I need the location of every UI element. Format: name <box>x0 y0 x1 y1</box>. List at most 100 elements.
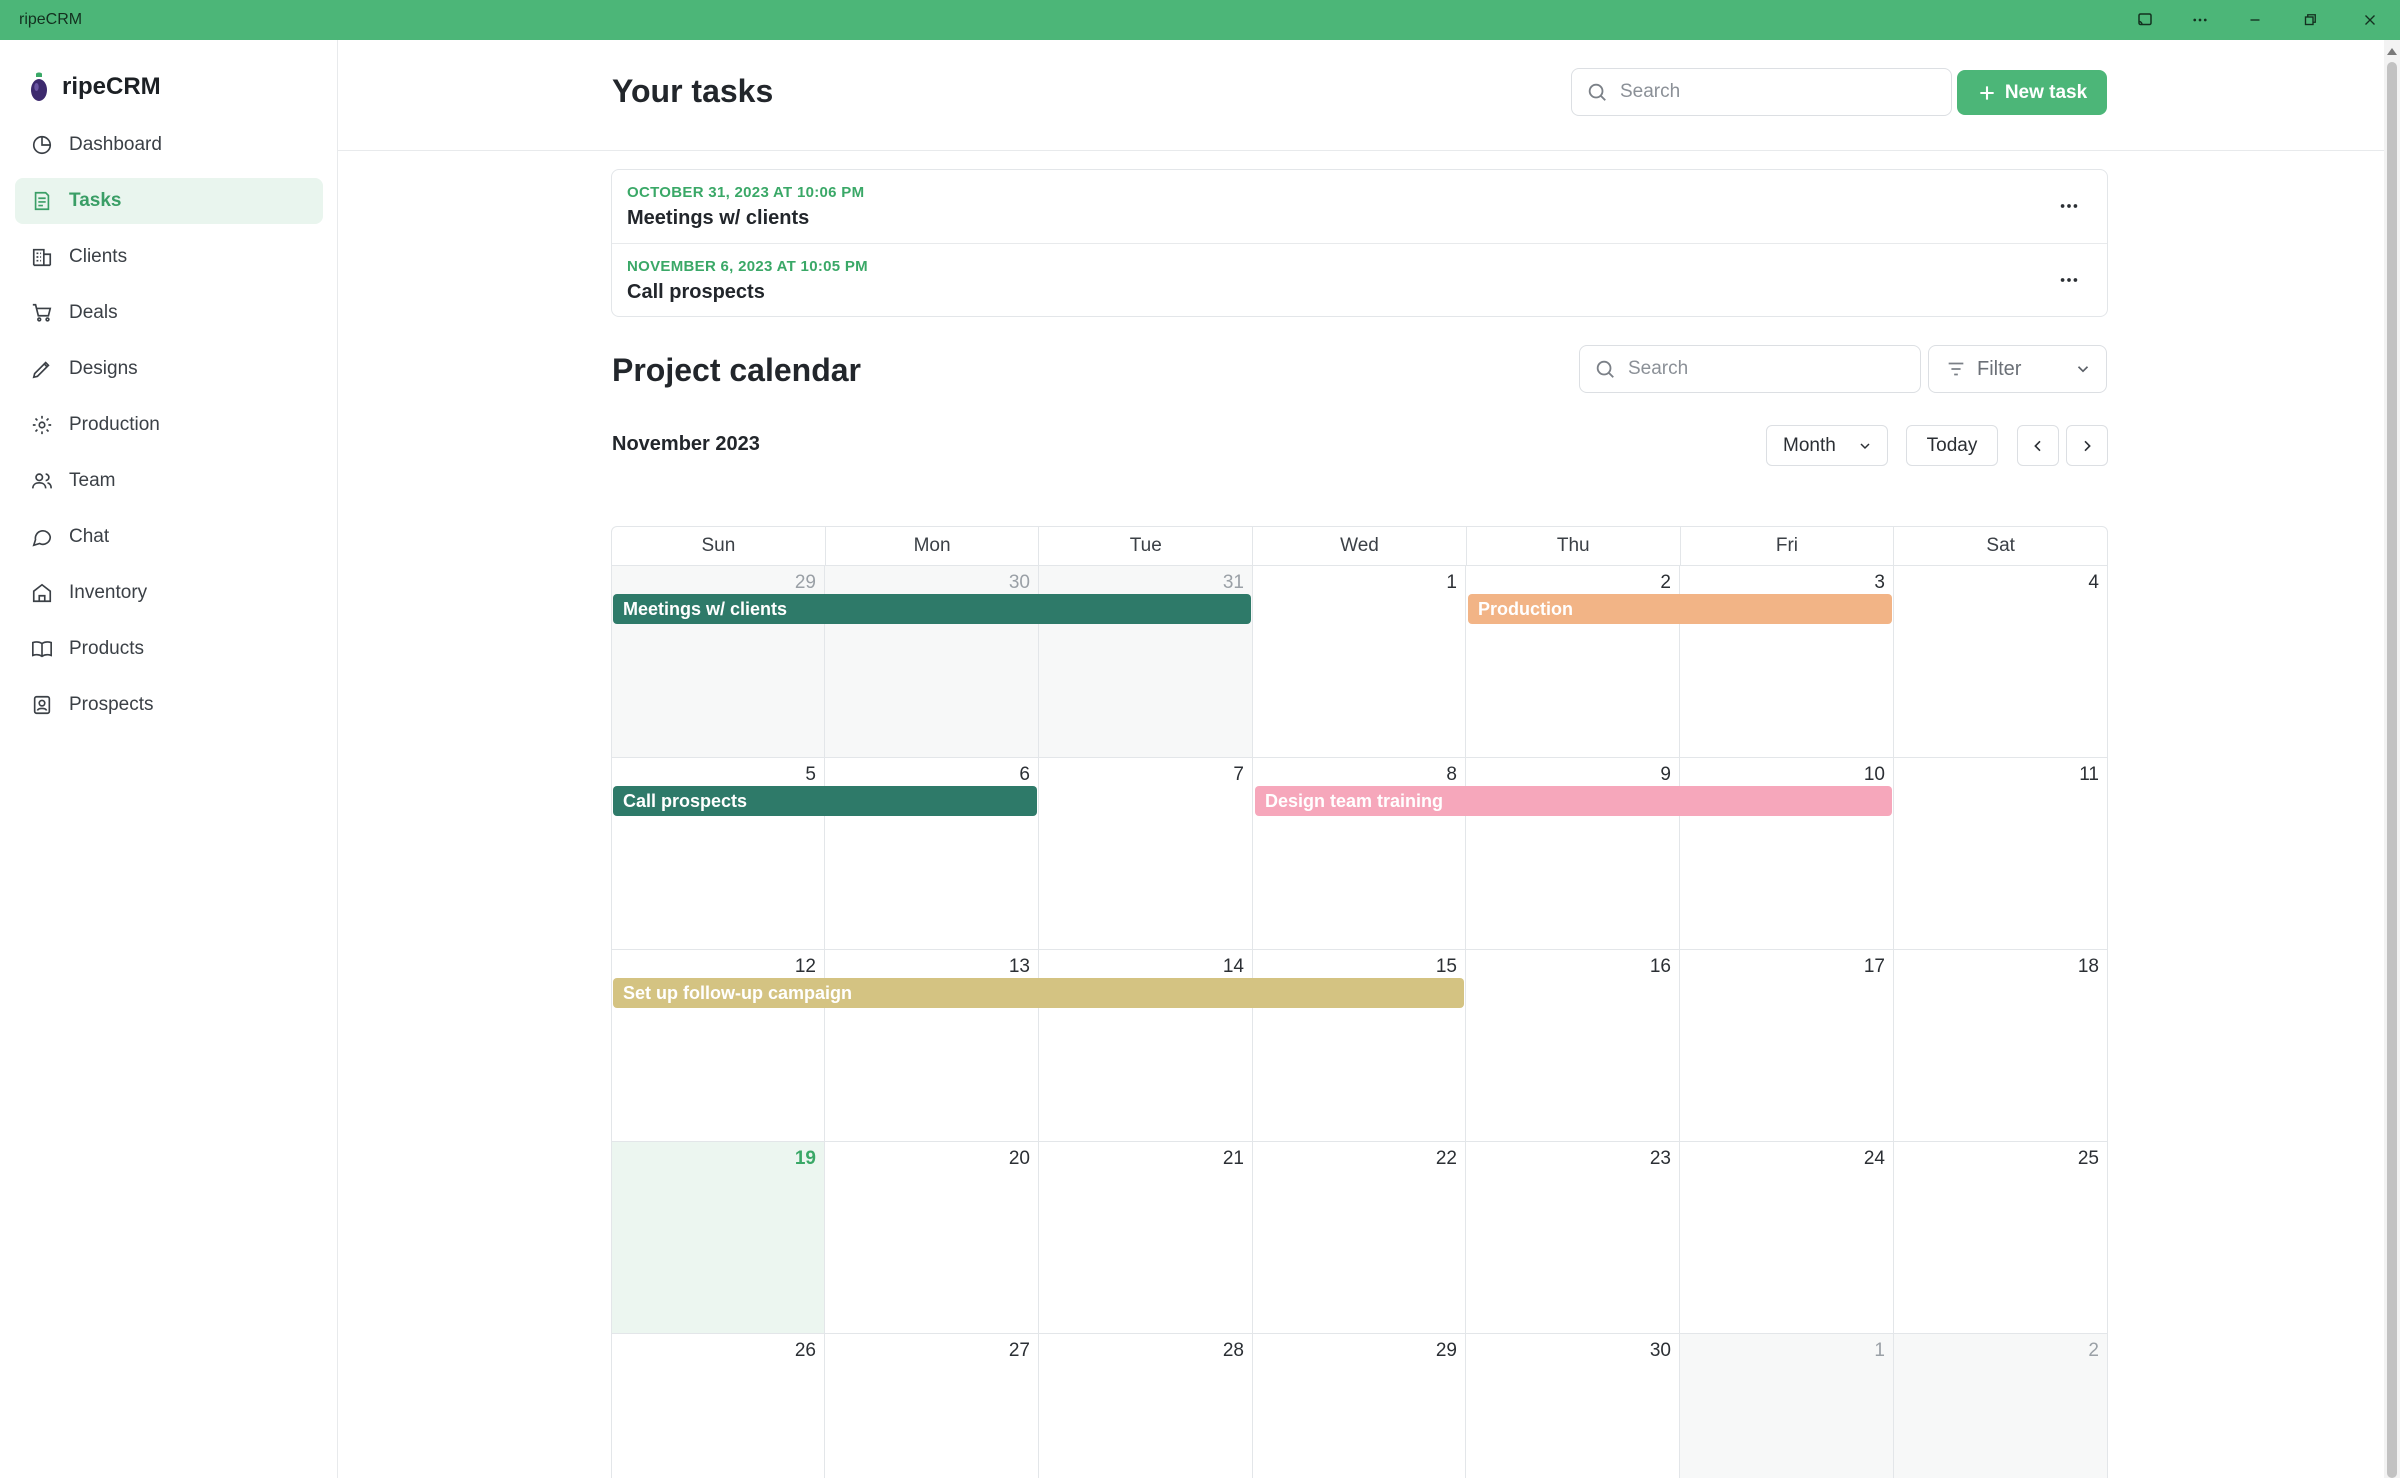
close-icon[interactable] <box>2345 0 2395 40</box>
chevron-down-icon <box>1860 442 1870 449</box>
prev-month-button[interactable] <box>2017 425 2059 466</box>
weekday-label: Fri <box>1681 527 1895 565</box>
today-button[interactable]: Today <box>1906 425 1998 466</box>
month-label: November 2023 <box>612 433 760 455</box>
new-task-label: New task <box>2004 81 2088 103</box>
sidebar-item-label: Production <box>69 414 160 435</box>
calendar-title: Project calendar <box>612 352 861 388</box>
day-number: 3 <box>1874 572 1885 593</box>
sidebar-item-deals[interactable]: Deals <box>15 290 323 336</box>
home-icon <box>30 581 54 605</box>
task-item[interactable]: NOVEMBER 6, 2023 AT 10:05 PM Call prospe… <box>612 243 2107 316</box>
calendar-event[interactable]: Set up follow-up campaign <box>613 978 1464 1008</box>
calendar-day-cell[interactable]: 18 <box>1894 950 2108 1142</box>
chevron-down-icon <box>2077 366 2089 373</box>
day-number: 20 <box>1008 1148 1030 1169</box>
more-options-icon[interactable] <box>2053 264 2085 296</box>
sidebar: ripeCRM Dashboard Tasks Clients Deals De… <box>0 40 338 1478</box>
calendar-day-cell[interactable]: 25 <box>1894 1142 2108 1334</box>
calendar-event[interactable]: Call prospects <box>613 786 1037 816</box>
task-search-input[interactable] <box>1620 81 1924 103</box>
sidebar-item-chat[interactable]: Chat <box>15 514 323 560</box>
day-number: 12 <box>794 956 816 977</box>
calendar-day-cell[interactable]: 23 <box>1466 1142 1680 1334</box>
day-number: 2 <box>1660 572 1671 593</box>
day-number: 16 <box>1649 956 1671 977</box>
calendar-day-cell[interactable]: 7 <box>1039 758 1253 950</box>
users-icon <box>30 469 54 493</box>
sidebar-item-label: Dashboard <box>69 134 162 155</box>
sidebar-item-products[interactable]: Products <box>15 626 323 672</box>
sidebar-item-label: Team <box>69 470 116 491</box>
calendar-day-cell[interactable]: 11 <box>1894 758 2108 950</box>
new-task-button[interactable]: New task <box>1957 70 2107 115</box>
sidebar-item-team[interactable]: Team <box>15 458 323 504</box>
sidebar-item-tasks[interactable]: Tasks <box>15 178 323 224</box>
next-month-button[interactable] <box>2066 425 2108 466</box>
calendar-day-cell[interactable]: 28 <box>1039 1334 1253 1478</box>
brand[interactable]: ripeCRM <box>28 70 161 104</box>
calendar-search-input[interactable] <box>1628 358 1900 380</box>
dashboard-icon <box>30 133 54 157</box>
day-number: 14 <box>1222 956 1244 977</box>
cart-icon <box>30 301 54 325</box>
calendar-day-cell[interactable]: 20 <box>825 1142 1039 1334</box>
calendar-day-cell[interactable]: 24 <box>1680 1142 1894 1334</box>
sidebar-item-label: Deals <box>69 302 118 323</box>
sidebar-item-inventory[interactable]: Inventory <box>15 570 323 616</box>
plus-icon <box>1980 85 1994 100</box>
task-item[interactable]: OCTOBER 31, 2023 AT 10:06 PM Meetings w/… <box>612 170 2107 243</box>
calendar-day-cell[interactable]: 17 <box>1680 950 1894 1142</box>
calendar-event[interactable]: Meetings w/ clients <box>613 594 1251 624</box>
day-number: 21 <box>1222 1148 1244 1169</box>
sidebar-item-dashboard[interactable]: Dashboard <box>15 122 323 168</box>
day-number: 24 <box>1863 1148 1885 1169</box>
weekday-label: Sat <box>1986 535 2015 556</box>
calendar-day-cell[interactable]: 30 <box>1466 1334 1680 1478</box>
sidebar-item-designs[interactable]: Designs <box>15 346 323 392</box>
day-number: 7 <box>1233 764 1244 785</box>
vertical-scrollbar[interactable] <box>2384 40 2400 1478</box>
day-number: 29 <box>794 572 816 593</box>
day-number: 27 <box>1008 1340 1030 1361</box>
pen-icon <box>30 357 54 381</box>
calendar-day-cell[interactable]: 27 <box>825 1334 1039 1478</box>
calendar-day-cell[interactable]: 2 <box>1894 1334 2108 1478</box>
tasks-icon <box>30 189 54 213</box>
cast-icon[interactable] <box>2120 0 2170 40</box>
scroll-up-icon[interactable] <box>2387 48 2397 55</box>
calendar-day-cell[interactable]: 16 <box>1466 950 1680 1142</box>
sidebar-item-production[interactable]: Production <box>15 402 323 448</box>
calendar-day-cell[interactable]: 21 <box>1039 1142 1253 1334</box>
calendar-day-cell[interactable]: 22 <box>1253 1142 1466 1334</box>
more-options-icon[interactable] <box>2175 0 2225 40</box>
sidebar-item-prospects[interactable]: Prospects <box>15 682 323 728</box>
sidebar-item-label: Chat <box>69 526 110 547</box>
day-number: 17 <box>1863 956 1885 977</box>
calendar-event[interactable]: Design team training <box>1255 786 1892 816</box>
view-select[interactable]: Month <box>1766 425 1888 466</box>
calendar-day-cell[interactable]: 4 <box>1894 566 2108 758</box>
minimize-icon[interactable] <box>2230 0 2280 40</box>
task-search[interactable] <box>1571 68 1952 116</box>
day-number: 10 <box>1863 764 1885 785</box>
scrollbar-thumb[interactable] <box>2387 62 2397 1478</box>
calendar-day-cell[interactable]: 19 <box>611 1142 825 1334</box>
calendar-day-cell[interactable]: 1 <box>1253 566 1466 758</box>
task-list: OCTOBER 31, 2023 AT 10:06 PM Meetings w/… <box>611 169 2108 317</box>
calendar-day-cell[interactable]: 1 <box>1680 1334 1894 1478</box>
filter-dropdown[interactable]: Filter <box>1928 345 2107 393</box>
sidebar-item-label: Products <box>69 638 144 659</box>
more-options-icon[interactable] <box>2053 190 2085 222</box>
weekday-header: Sun Mon Tue Wed Thu Fri Sat <box>611 526 2108 566</box>
calendar-search[interactable] <box>1579 345 1921 393</box>
calendar-day-cell[interactable]: 26 <box>611 1334 825 1478</box>
calendar-day-cell[interactable]: 29 <box>1253 1334 1466 1478</box>
restore-icon[interactable] <box>2285 0 2335 40</box>
sidebar-item-clients[interactable]: Clients <box>15 234 323 280</box>
day-number: 22 <box>1435 1148 1457 1169</box>
book-icon <box>30 637 54 661</box>
calendar-event[interactable]: Production <box>1468 594 1892 624</box>
window-title-bar: ripeCRM <box>0 0 2400 40</box>
day-number: 8 <box>1446 764 1457 785</box>
